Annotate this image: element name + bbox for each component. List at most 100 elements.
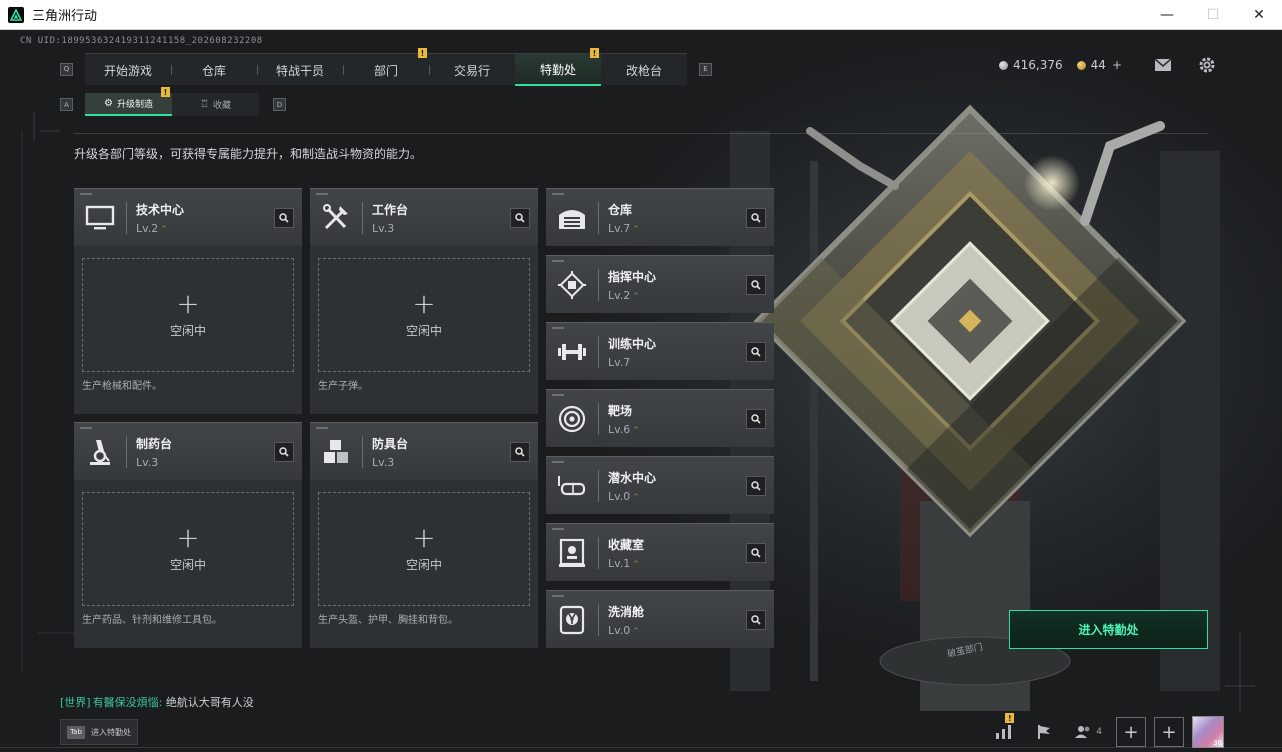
search-button[interactable] — [746, 476, 766, 496]
facility-level: Lv.0 — [608, 623, 631, 637]
tab-label: 部门 — [373, 63, 398, 78]
workstation-card-armor[interactable]: 防具台 Lv.3 + 空闲中 生产头盔、护甲、胸挂和背包。 — [310, 422, 538, 648]
separator — [362, 435, 363, 468]
craft-slot[interactable]: + 空闲中 — [82, 258, 294, 372]
facility-collection-room[interactable]: 收藏室 Lv.1 ⌃ — [546, 523, 774, 581]
facility-training-center[interactable]: 训练中心 Lv.7 — [546, 322, 774, 380]
chat-line[interactable]: [世界] 有醫保没煩惱: 绝航认大哥有人没 — [60, 694, 254, 710]
search-button[interactable] — [746, 208, 766, 228]
notification-badge: ! — [161, 87, 170, 97]
search-icon — [279, 447, 289, 457]
maximize-button[interactable]: ☐ — [1190, 0, 1236, 30]
tab-label: 仓库 — [201, 63, 226, 78]
friends-button[interactable]: 4 — [1074, 725, 1102, 739]
add-slot-button[interactable]: + — [1116, 717, 1146, 747]
close-button[interactable]: ✕ — [1236, 0, 1282, 30]
search-button[interactable] — [510, 442, 530, 462]
flag-button[interactable] — [1028, 716, 1060, 748]
corner-mark — [80, 427, 92, 429]
upgrade-arrow-icon: ⌃ — [632, 425, 640, 436]
craft-slot[interactable]: + 空闲中 — [82, 492, 294, 606]
subtab-label: 收藏 — [212, 101, 231, 111]
corner-mark — [552, 528, 564, 530]
facility-level: Lv.1 — [608, 556, 631, 570]
search-button[interactable] — [746, 275, 766, 295]
tab-departments[interactable]: 部门! — [343, 48, 429, 86]
notification-badge: ! — [1005, 713, 1015, 723]
facility-diving-center[interactable]: 潜水中心 Lv.0 ⌃ — [546, 456, 774, 514]
facility-command-center[interactable]: 指挥中心 Lv.2 ⌃ — [546, 255, 774, 313]
minimize-button[interactable]: — — [1144, 0, 1190, 30]
subtab-upgrade-craft[interactable]: ⚙ 升级制造! — [85, 87, 172, 116]
separator — [598, 201, 599, 234]
workstation-card-workbench[interactable]: 工作台 Lv.3 + 空闲中 生产子弹。 — [310, 188, 538, 414]
chip-icon — [546, 256, 598, 314]
search-icon — [279, 213, 289, 223]
station-level: Lv.3 — [136, 455, 159, 469]
tab-hint-button[interactable]: Tab 进入特勤处 — [60, 719, 138, 745]
workstation-card-tech-center[interactable]: 技术中心 Lv.2 ⌃ + 空闲中 生产枪械和配件。 — [74, 188, 302, 414]
notification-badge: ! — [590, 48, 599, 58]
facility-name: 靶场 — [608, 403, 633, 418]
craft-slot[interactable]: + 空闲中 — [318, 492, 530, 606]
add-slot-button-2[interactable]: + — [1154, 717, 1184, 747]
add-icon: + — [176, 286, 200, 320]
search-icon — [751, 615, 761, 625]
station-description: 生产药品、针剂和维修工具包。 — [82, 615, 222, 626]
search-icon — [751, 280, 761, 290]
tab-operators[interactable]: 特战干员 — [257, 54, 343, 86]
flag-icon — [1038, 725, 1051, 739]
tab-start-game[interactable]: 开始游戏 — [85, 54, 171, 86]
workstation-card-pharmacy[interactable]: 制药台 Lv.3 + 空闲中 生产药品、针剂和维修工具包。 — [74, 422, 302, 648]
trophy-small-icon: ♖ — [200, 99, 209, 110]
window-titlebar: 三角洲行动 — ☐ ✕ — [0, 0, 1282, 30]
gear-icon[interactable] — [1198, 56, 1216, 74]
station-description: 生产枪械和配件。 — [82, 381, 162, 392]
search-button[interactable] — [746, 543, 766, 563]
station-level: Lv.3 — [372, 221, 395, 235]
bottom-toolbar: ! 4 + + 36 — [980, 713, 1224, 748]
station-level: Lv.2 — [136, 221, 159, 235]
search-button[interactable] — [746, 610, 766, 630]
search-button[interactable] — [746, 409, 766, 429]
tab-special-ops[interactable]: 特勤处! — [515, 48, 601, 86]
microscope-icon — [74, 423, 126, 481]
page-description: 升级各部门等级，可获得专属能力提升，和制造战斗物资的能力。 — [74, 147, 423, 161]
corner-mark — [552, 193, 564, 195]
facility-decontamination-pod[interactable]: 洗消舱 Lv.0 ⌃ — [546, 590, 774, 648]
tab-label: 特勤处 — [539, 62, 576, 77]
search-button[interactable] — [274, 442, 294, 462]
stats-button[interactable]: ! — [988, 713, 1020, 748]
separator — [362, 201, 363, 234]
corner-mark — [552, 461, 564, 463]
key-hint-e: E — [699, 62, 712, 76]
tab-gunsmith[interactable]: 改枪台 — [601, 54, 687, 86]
facility-shooting-range[interactable]: 靶场 Lv.6 ⌃ — [546, 389, 774, 447]
separator — [126, 201, 127, 234]
search-button[interactable] — [510, 208, 530, 228]
game-viewport: 破茧部门 CN UID:189953632419311241158_202608… — [0, 31, 1282, 752]
monitor-icon — [74, 189, 126, 247]
mail-icon[interactable] — [1154, 58, 1172, 72]
corner-mark — [552, 394, 564, 396]
avatar[interactable]: 36 — [1192, 716, 1224, 748]
tab-warehouse[interactable]: 仓库 — [171, 54, 257, 86]
corner-mark — [80, 193, 92, 195]
tab-hint-label: 进入特勤处 — [91, 727, 131, 737]
tab-trading[interactable]: 交易行 — [429, 54, 515, 86]
add-currency-button[interactable]: + — [1112, 58, 1122, 72]
enter-special-ops-button[interactable]: 进入特勤处 — [1009, 610, 1208, 649]
tools-icon — [310, 189, 362, 247]
window-title: 三角洲行动 — [32, 9, 98, 24]
craft-slot[interactable]: + 空闲中 — [318, 258, 530, 372]
tab-label: 交易行 — [453, 63, 490, 78]
search-button[interactable] — [746, 342, 766, 362]
slot-status: 空闲中 — [405, 323, 442, 338]
key-hint-tab: Tab — [67, 725, 85, 739]
search-button[interactable] — [274, 208, 294, 228]
friends-count: 4 — [1096, 727, 1102, 737]
upgrade-arrow-icon: ⌃ — [632, 224, 640, 235]
facility-warehouse[interactable]: 仓库 Lv.7 ⌃ — [546, 188, 774, 246]
tab-label: 改枪台 — [625, 63, 662, 78]
subtab-collection[interactable]: ♖ 收藏 — [172, 93, 259, 116]
